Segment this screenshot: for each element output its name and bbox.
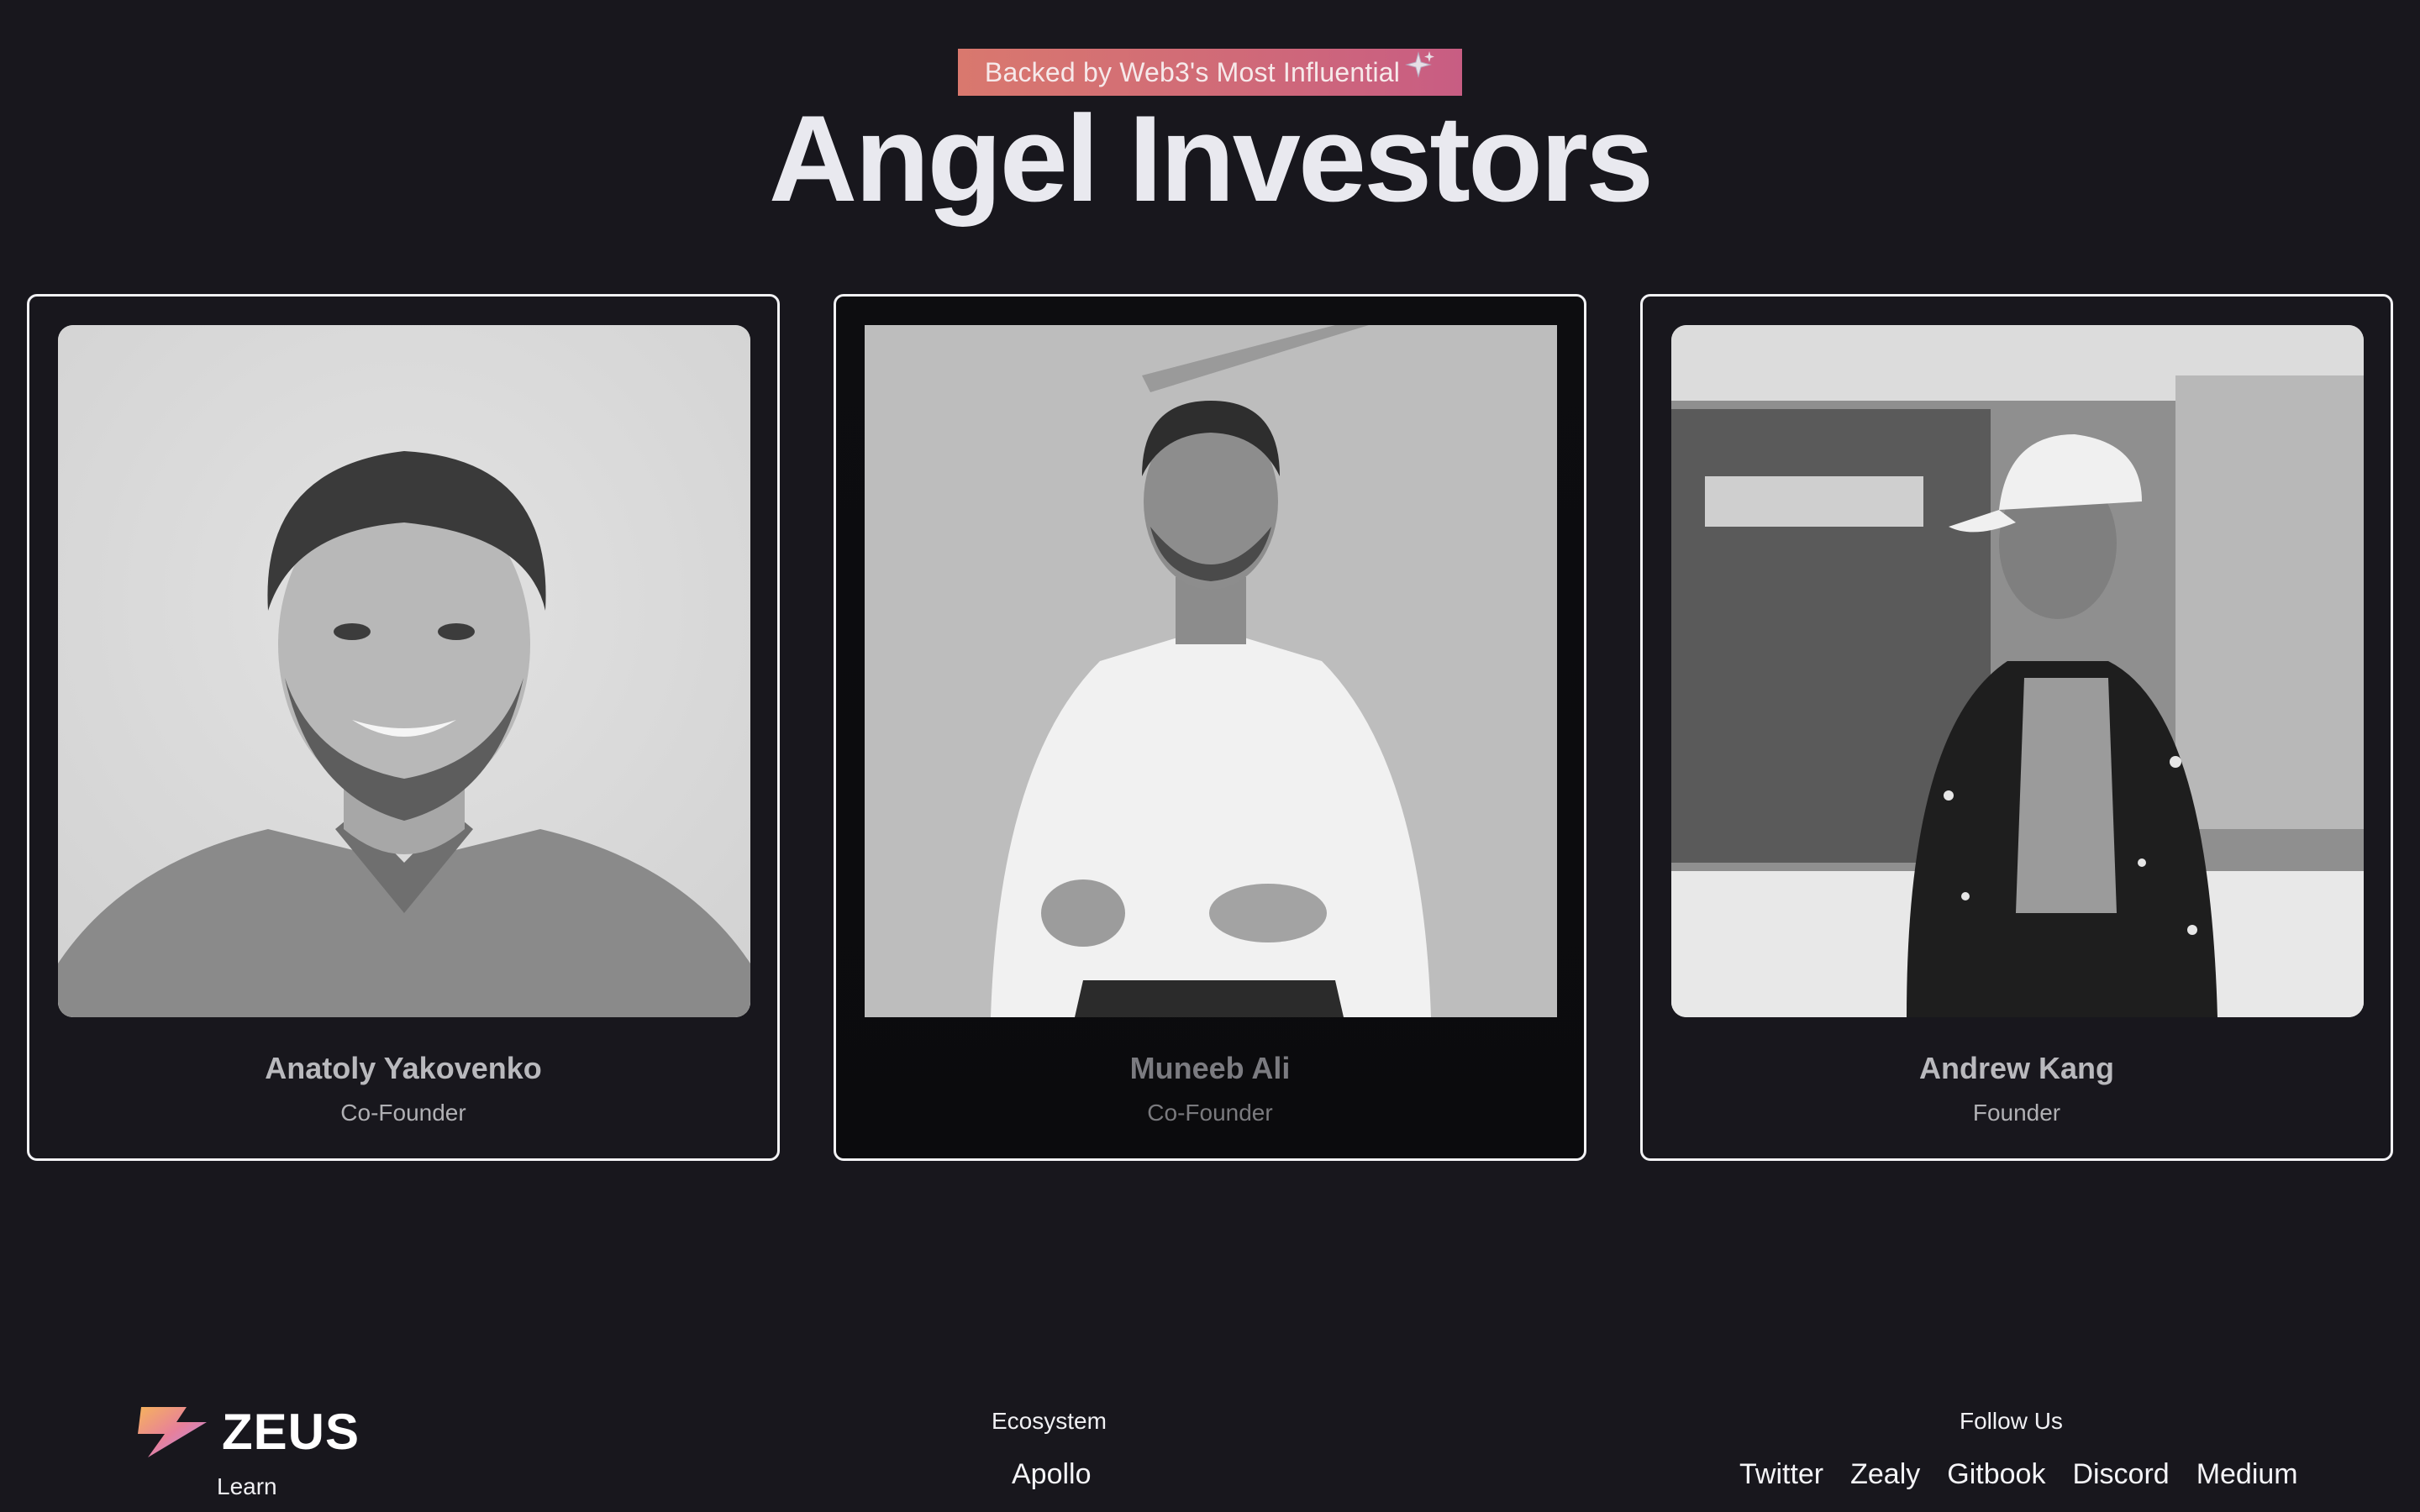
- page: Backed by Web3's Most Influential Angel …: [0, 0, 2420, 1512]
- follow-heading: Follow Us: [1960, 1408, 2063, 1434]
- investor-photo: [865, 325, 1557, 1017]
- sparkle-icon: [1405, 51, 1435, 78]
- investor-role: Co-Founder: [1147, 1100, 1273, 1126]
- social-link-discord[interactable]: Discord: [2072, 1458, 2169, 1491]
- social-link-zealy[interactable]: Zealy: [1850, 1458, 1920, 1491]
- social-link-gitbook[interactable]: Gitbook: [1947, 1458, 2045, 1491]
- investor-role: Co-Founder: [340, 1100, 466, 1126]
- investor-photo: [1671, 325, 2364, 1017]
- investor-card[interactable]: Anatoly Yakovenko Co-Founder: [27, 294, 780, 1161]
- ecosystem-heading: Ecosystem: [992, 1408, 1107, 1434]
- lightning-bolt-logo: [138, 1406, 207, 1457]
- investor-name: Muneeb Ali: [1129, 1051, 1291, 1085]
- investor-photo: [58, 325, 750, 1017]
- brand-name: ZEUS: [222, 1404, 360, 1460]
- investor-name: Anatoly Yakovenko: [265, 1051, 542, 1085]
- section-header: Backed by Web3's Most Influential Angel …: [0, 49, 2420, 220]
- social-link-twitter[interactable]: Twitter: [1739, 1458, 1823, 1491]
- social-links: Twitter Zealy Gitbook Discord Medium: [1739, 1458, 2298, 1491]
- investor-card[interactable]: Andrew Kang Founder: [1640, 294, 2393, 1161]
- footer: ZEUS Learn Ecosystem Apollo Follow Us Tw…: [0, 1378, 2420, 1512]
- footer-link-learn[interactable]: Learn: [217, 1473, 277, 1500]
- page-title: Angel Investors: [768, 90, 1654, 227]
- investor-card[interactable]: Muneeb Ali Co-Founder: [834, 294, 1586, 1161]
- badge-text: Backed by Web3's Most Influential: [984, 56, 1401, 87]
- social-link-medium[interactable]: Medium: [2196, 1458, 2298, 1491]
- backed-badge: Backed by Web3's Most Influential: [957, 49, 1463, 96]
- investor-name: Andrew Kang: [1918, 1051, 2114, 1085]
- footer-link-apollo[interactable]: Apollo: [1012, 1458, 1092, 1491]
- investor-role: Founder: [1972, 1100, 2061, 1126]
- investor-cards: Anatoly Yakovenko Co-Founder Muneeb Ali …: [27, 294, 2393, 1163]
- brand-logo[interactable]: ZEUS: [136, 1403, 360, 1461]
